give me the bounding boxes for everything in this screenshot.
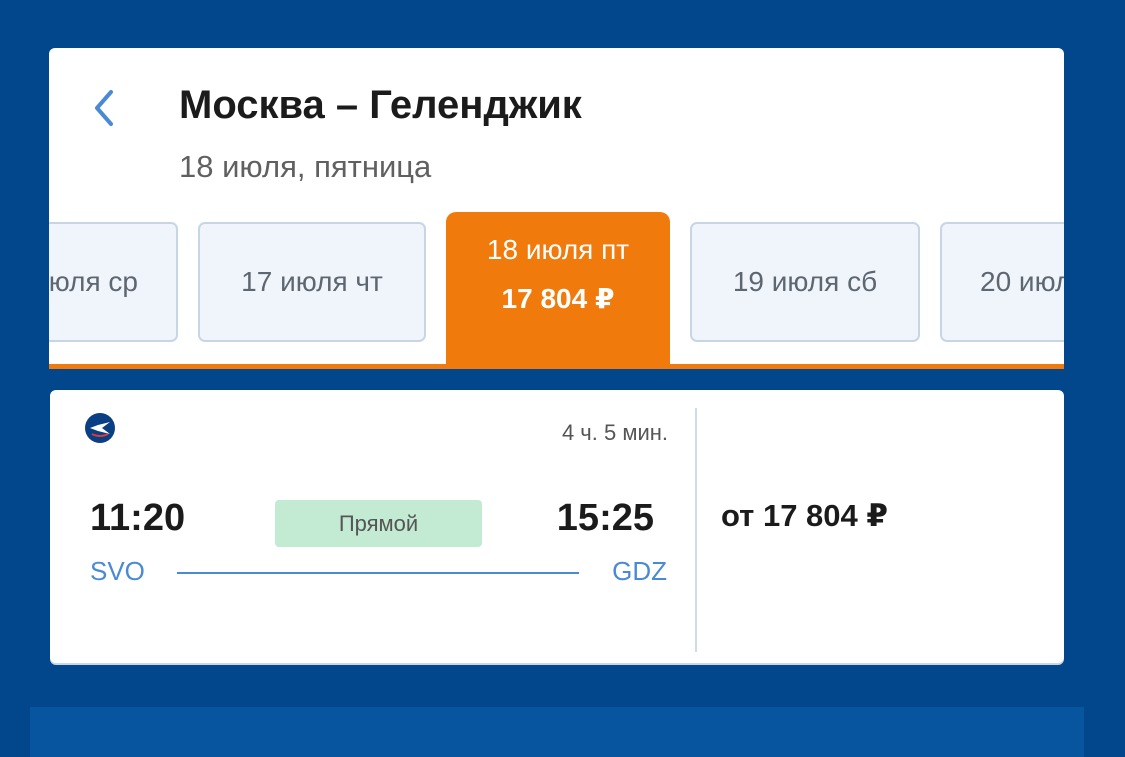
flight-card[interactable]: 4 ч. 5 мин. 11:20 Прямой 15:25 SVO GDZ о…	[50, 390, 1064, 663]
bottom-panel	[30, 707, 1084, 757]
direct-flight-badge: Прямой	[275, 500, 482, 547]
date-selector-strip[interactable]: 16 июля ср 17 июля чт 18 июля пт 17 804 …	[49, 212, 1064, 369]
flight-price[interactable]: от 17 804 ₽	[721, 498, 888, 534]
date-tab-label: 19 июля сб	[732, 266, 878, 297]
date-tab-label: 20 июля вс	[980, 266, 1064, 297]
flight-duration: 4 ч. 5 мин.	[561, 420, 668, 445]
date-tab-label: 17 июля чт	[241, 266, 383, 297]
back-button[interactable]	[85, 86, 121, 130]
chevron-left-icon	[95, 90, 113, 126]
route-line	[177, 572, 579, 574]
page-subtitle-date: 18 июля, пятница	[179, 149, 432, 184]
date-tab-label: 16 июля ср	[49, 266, 138, 297]
page-title: Москва – Геленджик	[179, 83, 582, 127]
departure-time: 11:20	[90, 497, 186, 539]
aeroflot-logo-icon	[85, 413, 115, 443]
arrival-airport-code: GDZ	[612, 556, 667, 586]
departure-airport-code: SVO	[90, 556, 145, 586]
card-divider	[695, 408, 697, 652]
date-tab-18-selected[interactable]: 18 июля пт 17 804 ₽	[446, 212, 670, 369]
route-header-card: Москва – Геленджик 18 июля, пятница 16 и…	[49, 48, 1064, 369]
date-tab-price: 17 804 ₽	[501, 283, 615, 314]
date-tab-16[interactable]: 16 июля ср	[49, 222, 178, 342]
date-tab-label: 18 июля пт	[486, 234, 630, 265]
arrival-time: 15:25	[556, 497, 654, 539]
date-tab-17[interactable]: 17 июля чт	[198, 222, 426, 342]
date-tab-19[interactable]: 19 июля сб	[690, 222, 920, 342]
date-tab-20[interactable]: 20 июля вс	[940, 222, 1064, 342]
